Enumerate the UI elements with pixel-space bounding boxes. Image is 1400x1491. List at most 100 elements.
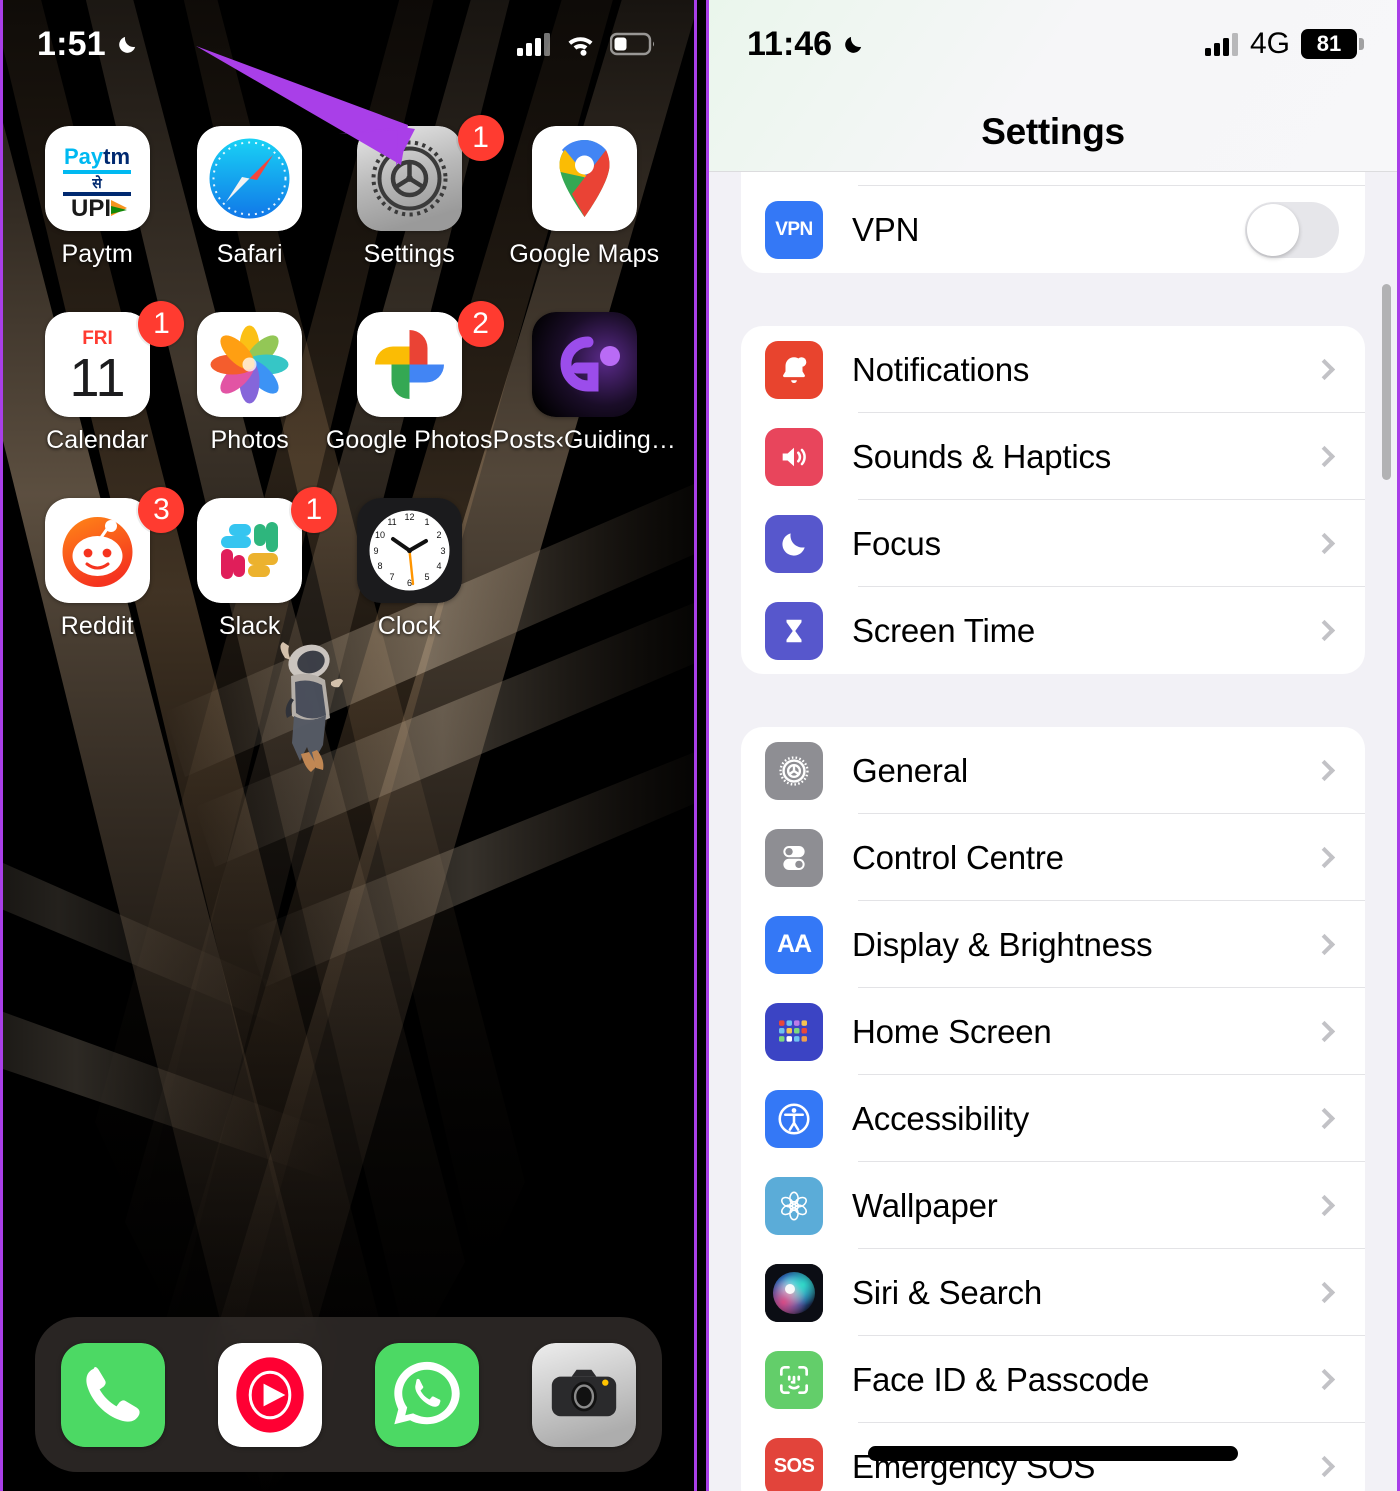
bell-icon — [765, 340, 823, 399]
settings-row-notifications[interactable]: Notifications — [741, 326, 1365, 413]
settings-row-label: VPN — [852, 210, 920, 248]
svg-text:6: 6 — [407, 578, 412, 588]
settings-row-display-brightness[interactable]: AA Display & Brightness — [741, 901, 1365, 988]
settings-row-label: Sounds & Haptics — [852, 437, 1112, 475]
panel-divider — [697, 0, 706, 1491]
app-icon-wrap — [197, 126, 303, 231]
app-label: Reddit — [60, 612, 134, 640]
left-status-time-group: 1:51 — [37, 25, 139, 64]
aa-text-icon: AA — [765, 915, 823, 974]
youtube-music-icon — [218, 1342, 323, 1447]
svg-text:12: 12 — [404, 512, 414, 522]
chevron-right-icon — [1313, 759, 1336, 782]
chevron-right-icon — [1313, 619, 1336, 642]
svg-text:UPI: UPI — [71, 195, 111, 222]
battery-level-badge: 81 — [1301, 29, 1364, 59]
app-paytm[interactable]: Paytm से UPI Paytm — [21, 126, 173, 269]
settings-row-general[interactable]: General — [741, 727, 1365, 814]
chevron-right-icon — [1313, 933, 1336, 956]
svg-text:10: 10 — [375, 530, 385, 540]
app-label: Slack — [218, 612, 281, 640]
chevron-right-icon — [1313, 1107, 1336, 1130]
settings-row-label: Notifications — [852, 350, 1030, 388]
app-guiding-tech[interactable]: Posts‹Guiding… — [493, 312, 676, 455]
settings-row-vpn[interactable]: VPN VPN — [741, 186, 1365, 273]
settings-gear-icon — [356, 126, 462, 231]
app-icon-wrap — [531, 312, 637, 417]
home-indicator — [868, 1446, 1238, 1461]
app-label: Settings — [363, 240, 455, 268]
svg-text:1: 1 — [424, 517, 429, 527]
dock-app-youtube-music[interactable] — [218, 1342, 323, 1447]
home-screen-dock — [35, 1317, 662, 1472]
app-safari[interactable]: Safari — [173, 126, 325, 269]
control-toggle-icon — [765, 828, 823, 887]
svg-text:5: 5 — [424, 572, 429, 582]
svg-text:से: से — [91, 175, 102, 191]
settings-row-home-screen[interactable]: Home Screen — [741, 988, 1365, 1075]
app-reddit[interactable]: 3 Reddit — [21, 487, 185, 641]
app-label: Posts‹Guiding… — [492, 426, 676, 454]
app-label: Photos — [210, 426, 289, 454]
sos-icon: SOS — [765, 1437, 823, 1491]
settings-row-accessibility[interactable]: Accessibility — [741, 1075, 1365, 1162]
app-icon-wrap: 12 1 2 3 45 6 78 9 10 11 — [356, 498, 462, 603]
left-status-bar: 1:51 — [3, 0, 694, 88]
svg-text:11: 11 — [387, 517, 396, 527]
dock-app-whatsapp[interactable] — [374, 1342, 479, 1447]
settings-row-sounds-haptics[interactable]: Sounds & Haptics — [741, 413, 1365, 500]
speaker-icon — [765, 427, 823, 486]
google-maps-icon — [531, 126, 637, 231]
google-photos-icon — [356, 312, 462, 417]
face-id-icon — [765, 1350, 823, 1409]
app-slack[interactable]: 1 Slack — [173, 487, 337, 641]
app-clock[interactable]: 12 1 2 3 45 6 78 9 10 11 Clock — [326, 498, 493, 641]
chevron-right-icon — [1313, 1194, 1336, 1217]
app-label: Google Photos — [325, 426, 493, 454]
right-status-time: 11:46 — [747, 24, 833, 63]
app-label: Clock — [377, 612, 441, 640]
chevron-right-icon — [1313, 1020, 1336, 1043]
dock-app-phone[interactable] — [61, 1342, 166, 1447]
settings-row-label: Display & Brightness — [852, 925, 1153, 963]
dock-app-camera[interactable] — [531, 1342, 636, 1447]
settings-row-control-centre[interactable]: Control Centre — [741, 814, 1365, 901]
app-icon-wrap: FRI 11 — [44, 312, 150, 417]
right-status-time-group: 11:46 — [747, 25, 865, 64]
app-label: Paytm — [61, 240, 133, 268]
left-status-time: 1:51 — [37, 24, 106, 63]
svg-text:7: 7 — [389, 572, 394, 582]
app-photos[interactable]: Photos — [173, 312, 325, 455]
settings-row-focus[interactable]: Focus — [741, 500, 1365, 587]
network-type-label: 4G — [1249, 27, 1290, 60]
settings-scroll-area[interactable]: VPN VPN Notifications Sounds & Haptics F… — [709, 138, 1397, 1491]
settings-row-siri-search[interactable]: Siri & Search — [741, 1249, 1365, 1336]
chevron-right-icon — [1313, 1281, 1336, 1304]
app-google-photos[interactable]: 2 Google Photos — [325, 301, 504, 455]
chevron-right-icon — [1313, 445, 1336, 468]
clock-icon: 12 12 3 45 6 78 9 1011 — [356, 498, 462, 603]
settings-row-wallpaper[interactable]: Wallpaper — [741, 1162, 1365, 1249]
settings-row-label: General — [852, 751, 969, 789]
app-calendar[interactable]: FRI 11 1 Calendar — [21, 301, 185, 455]
app-label: Google Maps — [509, 240, 660, 268]
hourglass-icon — [765, 601, 823, 660]
slack-icon — [197, 498, 303, 603]
settings-row-label: Focus — [852, 524, 941, 562]
svg-text:8: 8 — [377, 561, 382, 571]
app-icon-wrap — [197, 312, 303, 417]
moon-icon — [765, 514, 823, 573]
settings-row-screen-time[interactable]: Screen Time — [741, 587, 1365, 674]
app-settings[interactable]: 1 Settings — [326, 115, 504, 269]
settings-group-system: General Control Centre AA Display & Brig… — [741, 727, 1365, 1491]
chevron-right-icon — [1313, 1455, 1336, 1478]
cellular-bars-icon — [1204, 33, 1238, 56]
left-status-indicators — [517, 32, 656, 56]
app-google-maps[interactable]: Google Maps — [493, 126, 676, 269]
settings-scrollbar[interactable] — [1382, 284, 1391, 480]
svg-text:FRI: FRI — [82, 328, 113, 349]
settings-row-face-id-passcode[interactable]: Face ID & Passcode — [741, 1336, 1365, 1423]
vpn-toggle[interactable] — [1245, 201, 1339, 258]
paytm-icon: Paytm से UPI — [44, 126, 150, 231]
svg-text:2: 2 — [436, 530, 441, 540]
